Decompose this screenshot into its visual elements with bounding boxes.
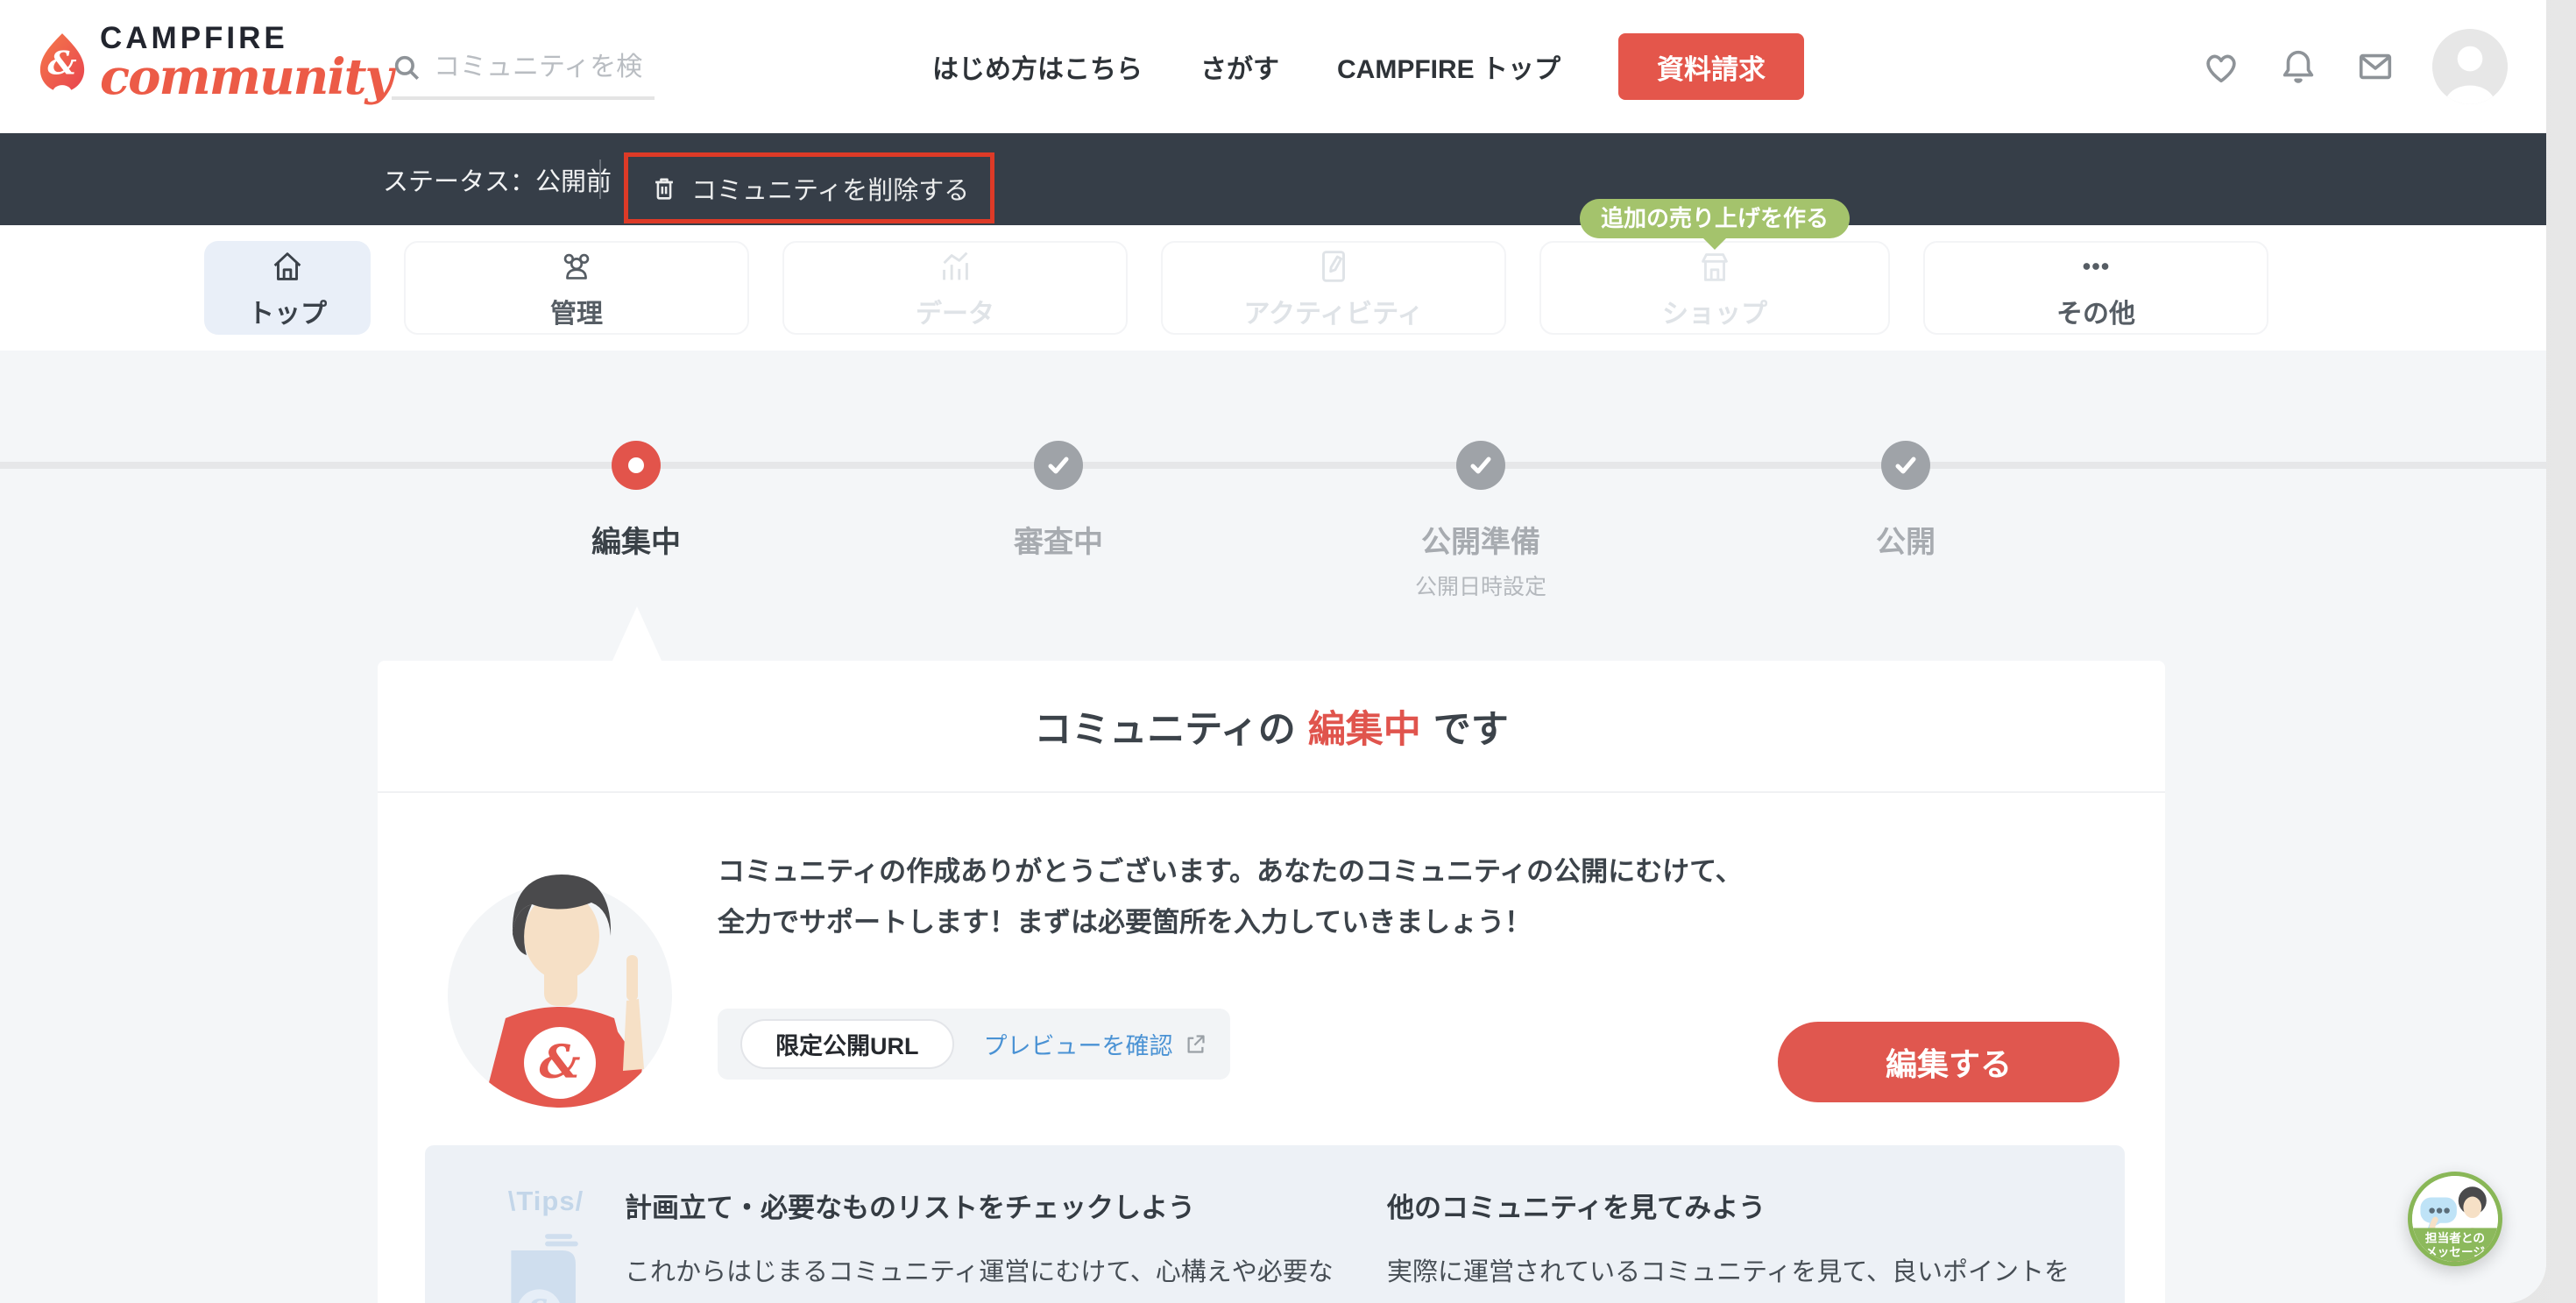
- card-pointer: [612, 606, 662, 662]
- step-editing-dot: [612, 441, 661, 490]
- tip-plan-title: 計画立て・必要なものリストをチェックしよう: [625, 1186, 1343, 1225]
- tab-shop[interactable]: 追加の売り上げを作る ショップ: [1539, 241, 1890, 335]
- search-input[interactable]: [434, 53, 644, 82]
- tab-activity[interactable]: アクティビティ: [1161, 241, 1506, 335]
- tip-browse-body: 実際に運営されているコミュニティを見て、良いポイントを真似てみるのがおすすめです…: [1387, 1250, 2088, 1303]
- community-search: [392, 39, 655, 100]
- tips-book-icon: &: [494, 1222, 598, 1303]
- tab-bar: トップ 管理 データ アクティビティ 追加の売り上げを作る: [0, 225, 2546, 351]
- brand-logo[interactable]: & CAMPFIRE community: [37, 21, 392, 98]
- header: & CAMPFIRE community はじめ方はこちら さがす CAMPFI…: [0, 0, 2546, 133]
- ellipsis-icon: [2076, 246, 2116, 287]
- step-review-check-icon: [1034, 441, 1083, 490]
- svg-text:&: &: [524, 1292, 554, 1303]
- header-icons: [2164, 0, 2508, 133]
- search-icon: [392, 53, 421, 82]
- page: & CAMPFIRE community はじめ方はこちら さがす CAMPFI…: [0, 0, 2546, 1303]
- heart-icon[interactable]: [2201, 46, 2241, 87]
- step-published-check-icon: [1881, 441, 1930, 490]
- progress-line: [0, 462, 2546, 469]
- url-row: 限定公開URL プレビューを確認: [718, 1009, 1230, 1080]
- card-title: コミュニティの 編集中 です: [378, 661, 2165, 793]
- tip-browse: 他のコミュニティを見てみよう 実際に運営されているコミュニティを見て、良いポイン…: [1387, 1186, 2088, 1303]
- tip-browse-title: 他のコミュニティを見てみよう: [1387, 1186, 2088, 1225]
- nav-search[interactable]: さがす: [1200, 47, 1279, 86]
- delete-community-button[interactable]: コミュニティを削除する: [624, 152, 994, 223]
- bell-icon[interactable]: [2278, 46, 2318, 87]
- status-card: コミュニティの 編集中 です &: [378, 661, 2165, 1303]
- trash-icon: [649, 173, 679, 203]
- step-published: 公開: [1801, 441, 2011, 561]
- chart-icon: [935, 246, 975, 287]
- tab-manage[interactable]: 管理: [404, 241, 749, 335]
- tips-badge-col: \Tips/ &: [476, 1186, 616, 1303]
- request-materials-button[interactable]: 資料請求: [1618, 33, 1804, 100]
- edit-button[interactable]: 編集する: [1778, 1022, 2120, 1102]
- nav-campfire-top[interactable]: CAMPFIRE トップ: [1337, 47, 1560, 86]
- avatar-placeholder-icon: [2432, 29, 2508, 104]
- chat-label-line1: 担当者との: [2425, 1230, 2485, 1244]
- tab-more[interactable]: その他: [1923, 241, 2268, 335]
- main-content: 編集中 審査中 公開準備 公開日時設定 公開 コミュニティの 編: [0, 351, 2546, 1303]
- mail-icon[interactable]: [2355, 46, 2396, 87]
- preview-link[interactable]: プレビューを確認: [984, 1027, 1207, 1061]
- community-status: ステータス：公開前: [383, 133, 612, 225]
- shop-tooltip: 追加の売り上げを作る: [1580, 199, 1850, 238]
- welcome-message: コミュニティの作成ありがとうございます。あなたのコミュニティの公開にむけて、 全…: [718, 846, 1743, 948]
- card-title-highlight: 編集中: [1308, 699, 1421, 754]
- step-prepare-check-icon: [1456, 441, 1505, 490]
- brand-community: community: [100, 56, 392, 98]
- mascot-illustration: &: [428, 857, 691, 1120]
- step-prepare: 公開準備 公開日時設定: [1376, 441, 1586, 601]
- tab-data[interactable]: データ: [782, 241, 1128, 335]
- tab-top[interactable]: トップ: [204, 241, 371, 335]
- staff-message-widget[interactable]: 担当者との メッセージ: [2408, 1172, 2502, 1266]
- svg-text:&: &: [540, 1036, 581, 1089]
- tips-badge: \Tips/: [476, 1186, 616, 1217]
- status-bar: ステータス：公開前 コミュニティを削除する: [0, 133, 2546, 225]
- members-icon: [556, 246, 597, 287]
- delete-community-label: コミュニティを削除する: [691, 170, 969, 207]
- external-link-icon: [1184, 1032, 1207, 1056]
- svg-text:&: &: [47, 45, 76, 82]
- chat-label-line2: メッセージ: [2425, 1245, 2485, 1258]
- tip-plan-body: これからはじまるコミュニティ運営にむけて、心構えや必要なことをチェックしましょう…: [625, 1250, 1343, 1303]
- campfire-flame-icon: &: [37, 32, 88, 93]
- limited-url-button[interactable]: 限定公開URL: [740, 1019, 954, 1069]
- step-prepare-sublabel: 公開日時設定: [1376, 570, 1586, 601]
- header-nav: はじめ方はこちら さがす CAMPFIRE トップ 資料請求: [932, 0, 1804, 133]
- tips-section: \Tips/ & 計画立て・必要なものリストをチェックしよう これからはじまるコ…: [425, 1145, 2125, 1303]
- shop-icon: [1695, 246, 1735, 287]
- nav-getting-started[interactable]: はじめ方はこちら: [932, 47, 1143, 86]
- home-icon: [267, 246, 308, 287]
- status-divider: [599, 159, 601, 199]
- activity-doc-icon: [1313, 246, 1354, 287]
- user-avatar[interactable]: [2432, 29, 2508, 104]
- step-editing: 編集中: [531, 441, 741, 561]
- tip-plan: 計画立て・必要なものリストをチェックしよう これからはじまるコミュニティ運営にむ…: [625, 1186, 1343, 1303]
- step-review: 審査中: [953, 441, 1164, 561]
